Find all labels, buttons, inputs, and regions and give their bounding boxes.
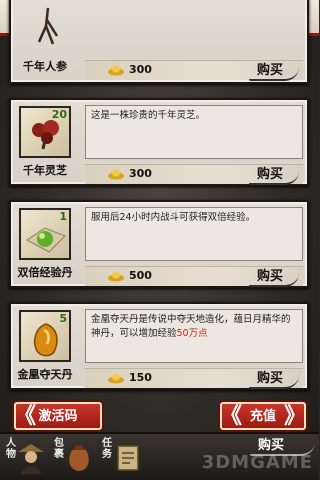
golden-pill-icon (34, 323, 58, 357)
recharge-label: 充值 (249, 409, 276, 424)
item-description-text: 服用后24小时内战斗可获得双倍经验。 (91, 212, 256, 223)
item-icon-box: 20 (19, 106, 71, 158)
left-bracket-icon: 《 (14, 403, 37, 429)
shop-item-card: 5 金凰夺天丹 金凰夺天丹是传说中夺天地造化，蕴日月精华的神丹，可以增加经验50… (9, 302, 309, 390)
item-description: 这是一株珍贵的千年灵芝。 (85, 105, 303, 159)
price-row: 500 购买 (85, 266, 303, 287)
pill-on-cloth-icon (26, 227, 66, 253)
nav-character[interactable]: 人物 (4, 436, 48, 478)
buy-button[interactable]: 购买 (248, 267, 299, 287)
item-icon-box: 5 (19, 310, 71, 362)
item-description-highlight: 50万点 (176, 328, 208, 339)
buy-button[interactable]: 购买 (248, 165, 299, 185)
item-name: 千年灵芝 (23, 164, 67, 177)
item-description-text: 这是一株珍贵的千年灵芝。 (91, 110, 206, 121)
buy-button[interactable]: 购买 (248, 61, 299, 81)
item-description: 服用后24小时内战斗可获得双倍经验。 (85, 207, 303, 261)
activate-code-label: 激活码 (38, 409, 78, 424)
item-price: 150 (129, 371, 152, 384)
item-price: 300 (129, 167, 152, 180)
character-portrait-icon (18, 444, 44, 474)
shop-item-card: 千年人参 300 购买 (9, 0, 309, 84)
price-row: 300 购买 (85, 164, 303, 185)
item-icon-box: 1 (19, 208, 71, 260)
lingzhi-mushroom-icon (32, 120, 59, 150)
item-name: 金凰夺天丹 (17, 368, 73, 381)
shop-item-card: 1 双倍经验丹 服用后24小时内战斗可获得双倍经验。 500 购买 (9, 200, 309, 288)
gold-ingot-icon (108, 65, 124, 76)
nav-bag[interactable]: 包裹 (52, 436, 96, 478)
price-row: 300 购买 (85, 60, 303, 81)
gold-ingot-icon (108, 373, 124, 384)
buy-button[interactable]: 购买 (248, 369, 299, 389)
left-bracket-icon: 《 (220, 403, 243, 429)
item-price: 500 (129, 269, 152, 282)
item-description: 金凰夺天丹是传说中夺天地造化，蕴日月精华的神丹，可以增加经验50万点 (85, 309, 303, 363)
shop-item-card: 20 千年灵芝 这是一株珍贵的千年灵芝。 300 购买 (9, 98, 309, 186)
nav-tasks[interactable]: 任务 (100, 436, 144, 478)
gold-ingot-icon (108, 169, 124, 180)
item-name: 千年人参 (23, 60, 67, 73)
ginseng-icon (37, 7, 59, 45)
item-price: 300 (129, 63, 152, 76)
task-scroll-icon (117, 445, 139, 471)
activate-code-button[interactable]: 《 激活码 (14, 402, 102, 430)
right-bracket-icon: 》 (283, 403, 306, 429)
price-row: 150 购买 (85, 368, 303, 389)
recharge-button[interactable]: 《 充值 》 (220, 402, 306, 430)
item-name: 双倍经验丹 (17, 266, 73, 279)
bag-icon (69, 445, 89, 471)
watermark-logo: 3DMGAME (201, 452, 313, 473)
gold-ingot-icon (108, 271, 124, 282)
